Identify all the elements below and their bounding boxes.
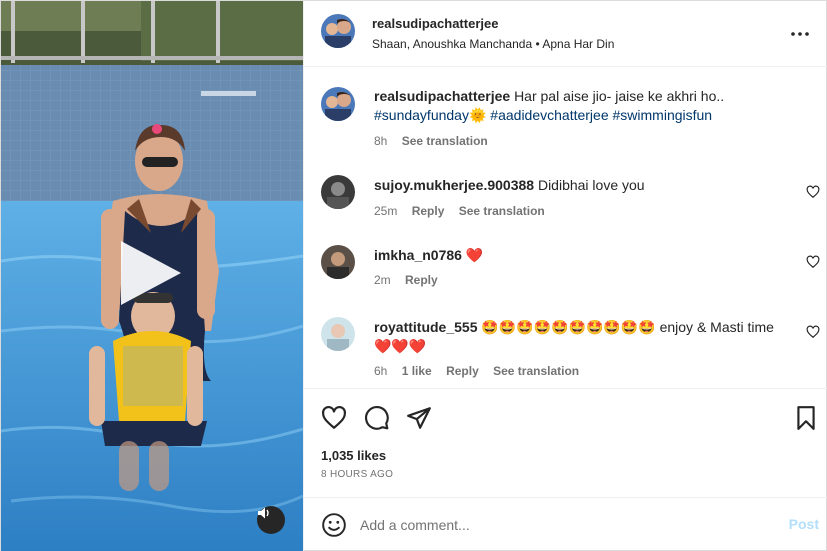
comment-text: imkha_n0786 ❤️ xyxy=(374,246,784,265)
comment-timestamp[interactable]: 6h xyxy=(374,364,387,378)
like-comment-heart-icon[interactable] xyxy=(806,325,820,339)
save-bookmark-icon[interactable] xyxy=(793,405,819,431)
comment-composer: Post xyxy=(304,497,827,551)
like-heart-icon[interactable] xyxy=(321,405,347,431)
comment-timestamp[interactable]: 2m xyxy=(374,273,391,287)
comment-meta: 2m Reply xyxy=(374,273,449,287)
audio-artists-link[interactable]: Shaan, Anoushka Manchanda xyxy=(372,37,532,51)
caption-username[interactable]: realsudipachatterjee xyxy=(374,88,510,104)
comment-username[interactable]: sujoy.mukherjee.900388 xyxy=(374,177,534,193)
author-username[interactable]: realsudipachatterjee xyxy=(372,16,498,31)
caption-see-translation[interactable]: See translation xyxy=(402,134,488,148)
play-button[interactable] xyxy=(113,237,185,309)
see-translation-button[interactable]: See translation xyxy=(493,364,579,378)
post-actions-bar xyxy=(304,388,827,446)
comments-list[interactable]: realsudipachatterjee Har pal aise jio- j… xyxy=(304,68,827,388)
post-comment-button[interactable]: Post xyxy=(789,516,819,532)
commenter-avatar[interactable] xyxy=(321,317,355,351)
reply-button[interactable]: Reply xyxy=(446,364,479,378)
audio-toggle-button[interactable] xyxy=(257,506,285,534)
hashtag-swimmingisfun[interactable]: #swimmingisfun xyxy=(613,107,713,123)
likes-count[interactable]: 1,035 likes xyxy=(321,448,386,463)
share-paper-plane-icon[interactable] xyxy=(406,405,432,431)
add-comment-input[interactable] xyxy=(360,512,760,538)
caption-meta: 8h See translation xyxy=(374,134,499,148)
like-comment-heart-icon[interactable] xyxy=(806,255,820,269)
commenter-avatar[interactable] xyxy=(321,175,355,209)
caption-body: Har pal aise jio- jaise ke akhri ho.. xyxy=(514,88,725,104)
comment-meta: 6h 1 like Reply See translation xyxy=(374,364,590,378)
author-avatar[interactable] xyxy=(321,14,355,48)
audio-track-link[interactable]: Apna Har Din xyxy=(542,37,614,51)
reply-button[interactable]: Reply xyxy=(405,273,438,287)
comment-username[interactable]: royattitude_555 xyxy=(374,319,477,335)
speaker-icon xyxy=(258,507,269,519)
commenter-avatar[interactable] xyxy=(321,245,355,279)
comment-body: Didibhai love you xyxy=(537,177,645,193)
post-modal: realsudipachatterjee Shaan, Anoushka Man… xyxy=(0,0,827,551)
hashtag-aadidevchatterjee[interactable]: #aadidevchatterjee xyxy=(490,107,608,123)
comment-body: ❤️ xyxy=(465,247,484,263)
post-header: realsudipachatterjee Shaan, Anoushka Man… xyxy=(304,1,827,67)
comment-meta: 25m Reply See translation xyxy=(374,204,556,218)
post-video[interactable] xyxy=(1,1,303,551)
see-translation-button[interactable]: See translation xyxy=(459,204,545,218)
comment-timestamp[interactable]: 25m xyxy=(374,204,397,218)
hashtag-sundayfunday[interactable]: #sundayfunday xyxy=(374,107,469,123)
more-options-icon[interactable] xyxy=(789,23,811,45)
post-timestamp[interactable]: 8 HOURS AGO xyxy=(321,469,393,480)
caption-author-avatar[interactable] xyxy=(321,87,355,121)
post-details-panel: realsudipachatterjee Shaan, Anoushka Man… xyxy=(303,1,827,551)
audio-attribution: Shaan, Anoushka Manchanda • Apna Har Din xyxy=(372,37,614,51)
emoji-smiley-icon[interactable] xyxy=(321,512,347,538)
reply-button[interactable]: Reply xyxy=(412,204,445,218)
comment-text: sujoy.mukherjee.900388 Didibhai love you xyxy=(374,176,784,195)
caption-timestamp[interactable]: 8h xyxy=(374,134,387,148)
sun-emoji: 🌞 xyxy=(468,107,487,123)
comment-text: royattitude_555 🤩🤩🤩🤩🤩🤩🤩🤩🤩🤩 enjoy & Masti… xyxy=(374,318,784,356)
like-comment-heart-icon[interactable] xyxy=(806,185,820,199)
play-icon xyxy=(121,241,181,305)
comment-bubble-icon[interactable] xyxy=(364,405,390,431)
caption-text: realsudipachatterjee Har pal aise jio- j… xyxy=(374,87,784,125)
comment-username[interactable]: imkha_n0786 xyxy=(374,247,462,263)
audio-separator: • xyxy=(535,37,540,51)
comment-likes-count[interactable]: 1 like xyxy=(402,364,432,378)
